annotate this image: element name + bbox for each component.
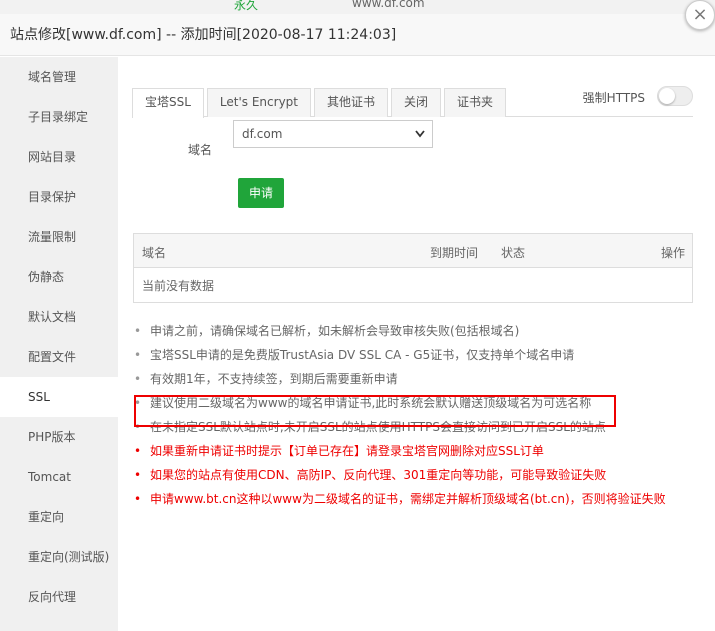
sidebar-item-traffic[interactable]: 流量限制	[0, 217, 118, 257]
dialog-title: 站点修改[www.df.com] -- 添加时间[2020-08-17 11:2…	[0, 14, 715, 56]
col-expiry: 到期时间	[430, 246, 479, 260]
force-https-toggle[interactable]	[657, 86, 693, 106]
sidebar-item-php[interactable]: PHP版本	[0, 417, 118, 457]
note-text: 如果重新申请证书时提示【订单已存在】请登录宝塔官网删除对应SSL订单	[150, 444, 544, 458]
col-domain: 域名	[142, 246, 167, 260]
domain-label: 域名	[188, 143, 213, 157]
table-empty-text: 当前没有数据	[142, 279, 215, 293]
sidebar-item-default-doc[interactable]: 默认文档	[0, 297, 118, 337]
sidebar-item-dir-protect[interactable]: 目录保护	[0, 177, 118, 217]
sidebar-item-ssl[interactable]: SSL	[0, 377, 118, 417]
tab-cert-folder[interactable]: 证书夹	[444, 88, 507, 117]
sidebar-item-tomcat[interactable]: Tomcat	[0, 457, 118, 497]
background-strip: 永久 www.df.com	[0, 0, 715, 14]
note-text: 申请www.bt.cn这种以www为二级域名的证书，需绑定并解析顶级域名(bt.…	[150, 492, 666, 506]
tab-lets-encrypt[interactable]: Let's Encrypt	[206, 88, 311, 117]
sidebar-item-subdir[interactable]: 子目录绑定	[0, 97, 118, 137]
cert-table: 域名 到期时间 状态 操作 当前没有数据	[133, 233, 693, 303]
force-https-label: 强制HTTPS	[582, 91, 645, 105]
sidebar-item-reverse-proxy[interactable]: 反向代理	[0, 577, 118, 617]
highlight-annotation	[134, 395, 616, 427]
tab-bt-ssl[interactable]: 宝塔SSL	[132, 88, 204, 118]
bullet: •	[134, 372, 142, 386]
sidebar-item-site-dir[interactable]: 网站目录	[0, 137, 118, 177]
list-item: • 如果重新申请证书时提示【订单已存在】请登录宝塔官网删除对应SSL订单	[134, 439, 694, 463]
bullet: •	[134, 444, 142, 458]
bullet: •	[134, 492, 142, 506]
bullet: •	[134, 468, 142, 482]
toggle-knob	[659, 88, 675, 104]
table-header: 域名 到期时间 状态 操作	[134, 234, 692, 268]
sidebar-item-redirect-beta[interactable]: 重定向(测试版)	[0, 537, 118, 577]
domain-select[interactable]: df.com	[233, 120, 433, 148]
close-icon[interactable]: ×	[685, 0, 715, 30]
note-text: 如果您的站点有使用CDN、高防IP、反向代理、301重定向等功能，可能导致验证失…	[150, 468, 607, 482]
apply-button[interactable]: 申请	[238, 178, 284, 208]
chevron-down-icon	[414, 121, 426, 157]
sidebar: 域名管理 子目录绑定 网站目录 目录保护 流量限制 伪静态 默认文档 配置文件 …	[0, 57, 118, 631]
background-domain: www.df.com	[352, 0, 425, 10]
note-text: 宝塔SSL申请的是免费版TrustAsia DV SSL CA - G5证书，仅…	[150, 348, 575, 362]
sidebar-item-domain[interactable]: 域名管理	[0, 57, 118, 97]
bullet: •	[134, 324, 142, 338]
site-edit-dialog: 站点修改[www.df.com] -- 添加时间[2020-08-17 11:2…	[0, 0, 715, 631]
ssl-panel: 宝塔SSL Let's Encrypt 其他证书 关闭 证书夹 强制HTTPS …	[118, 57, 715, 631]
note-text: 申请之前，请确保域名已解析，如未解析会导致审核失败(包括根域名)	[150, 324, 520, 338]
tab-close-ssl[interactable]: 关闭	[391, 88, 442, 117]
list-item: • 有效期1年，不支持续签，到期后需要重新申请	[134, 367, 694, 391]
bullet: •	[134, 348, 142, 362]
list-item: • 宝塔SSL申请的是免费版TrustAsia DV SSL CA - G5证书，…	[134, 343, 694, 367]
sidebar-item-rewrite[interactable]: 伪静态	[0, 257, 118, 297]
list-item: • 申请之前，请确保域名已解析，如未解析会导致审核失败(包括根域名)	[134, 319, 694, 343]
sidebar-item-config[interactable]: 配置文件	[0, 337, 118, 377]
col-status: 状态	[501, 246, 526, 260]
col-action: 操作	[660, 246, 685, 260]
list-item: • 申请www.bt.cn这种以www为二级域名的证书，需绑定并解析顶级域名(bt…	[134, 487, 694, 511]
background-status: 永久	[234, 0, 259, 12]
domain-select-value: df.com	[242, 127, 283, 141]
tab-other-cert[interactable]: 其他证书	[314, 88, 389, 117]
list-item: • 如果您的站点有使用CDN、高防IP、反向代理、301重定向等功能，可能导致验证…	[134, 463, 694, 487]
note-text: 有效期1年，不支持续签，到期后需要重新申请	[150, 372, 398, 386]
sidebar-item-redirect[interactable]: 重定向	[0, 497, 118, 537]
